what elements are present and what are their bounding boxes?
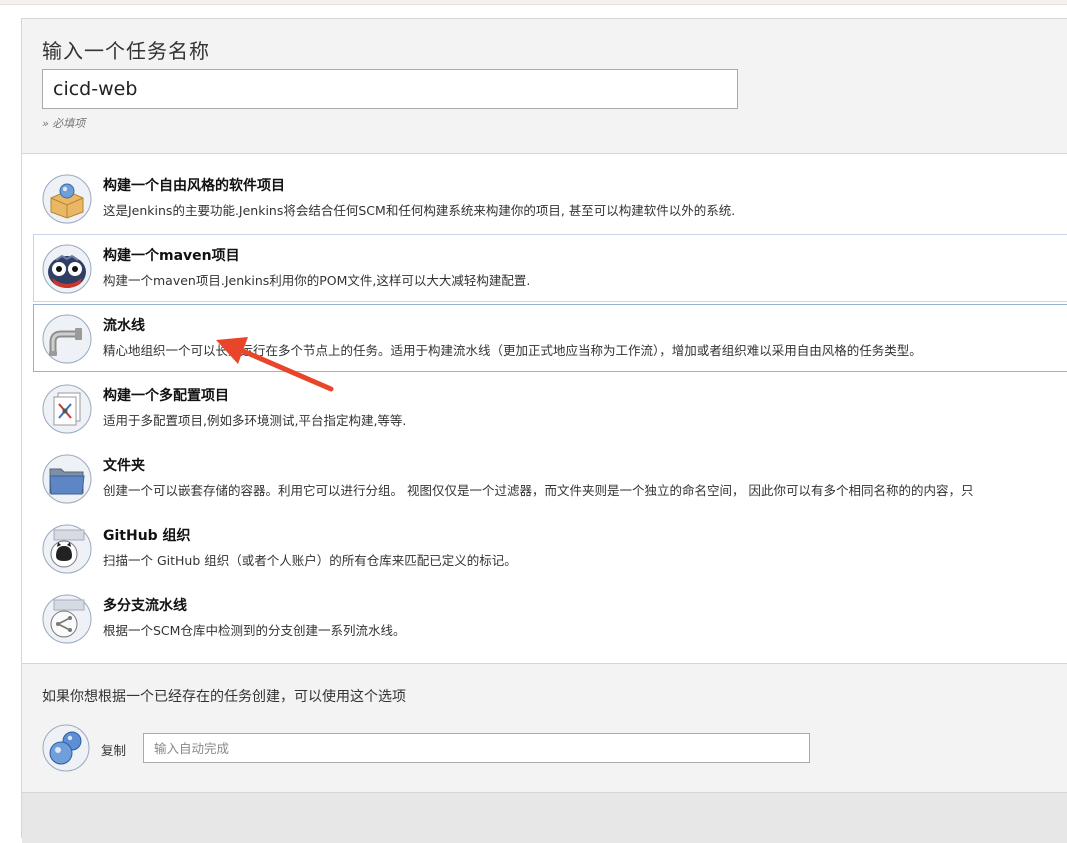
item-type-description: 扫描一个 GitHub 组织（或者个人账户）的所有仓库来匹配已定义的标记。 bbox=[103, 553, 517, 568]
item-type-label: 构建一个多配置项目 bbox=[103, 388, 229, 404]
top-edge bbox=[0, 0, 1067, 5]
footer-bar bbox=[22, 793, 1067, 843]
item-type-label: 构建一个自由风格的软件项目 bbox=[103, 178, 285, 194]
item-type-multibranch-pipeline[interactable]: 多分支流水线 根据一个SCM仓库中检测到的分支创建一系列流水线。 bbox=[33, 584, 1067, 652]
new-item-panel: 输入一个任务名称 » 必填项 构建一个自由风格的软件项目 这是Jenkins的主… bbox=[21, 18, 1067, 843]
copy-from-section: 如果你想根据一个已经存在的任务创建，可以使用这个选项 复制 bbox=[22, 664, 1067, 793]
item-type-maven[interactable]: 构建一个maven项目 构建一个maven项目.Jenkins利用你的POM文件… bbox=[33, 234, 1067, 302]
item-type-github-organization[interactable]: GitHub 组织 扫描一个 GitHub 组织（或者个人账户）的所有仓库来匹配… bbox=[33, 514, 1067, 582]
maven-project-icon bbox=[42, 244, 92, 294]
folder-icon bbox=[42, 454, 92, 504]
item-type-label: 构建一个maven项目 bbox=[103, 248, 240, 264]
item-type-description: 根据一个SCM仓库中检测到的分支创建一系列流水线。 bbox=[103, 623, 406, 638]
item-type-list: 构建一个自由风格的软件项目 这是Jenkins的主要功能.Jenkins将会结合… bbox=[22, 154, 1067, 664]
item-type-freestyle[interactable]: 构建一个自由风格的软件项目 这是Jenkins的主要功能.Jenkins将会结合… bbox=[33, 164, 1067, 232]
copy-from-icon bbox=[42, 724, 90, 772]
item-type-description: 精心地组织一个可以长期运行在多个节点上的任务。适用于构建流水线（更加正式地应当称… bbox=[103, 343, 922, 358]
item-name-input[interactable] bbox=[42, 69, 738, 109]
item-type-folder[interactable]: 文件夹 创建一个可以嵌套存储的容器。利用它可以进行分组。 视图仅仅是一个过滤器，… bbox=[33, 444, 1067, 512]
pipeline-icon bbox=[42, 314, 92, 364]
item-type-multi-config[interactable]: 构建一个多配置项目 适用于多配置项目,例如多环境测试,平台指定构建,等等. bbox=[33, 374, 1067, 442]
item-type-label: 流水线 bbox=[103, 318, 145, 334]
item-type-label: 多分支流水线 bbox=[103, 598, 187, 614]
multibranch-pipeline-icon bbox=[42, 594, 92, 644]
item-type-description: 构建一个maven项目.Jenkins利用你的POM文件,这样可以大大减轻构建配… bbox=[103, 273, 531, 288]
item-type-pipeline[interactable]: 流水线 精心地组织一个可以长期运行在多个节点上的任务。适用于构建流水线（更加正式… bbox=[33, 304, 1067, 372]
page-title: 输入一个任务名称 bbox=[42, 39, 210, 63]
multi-config-project-icon bbox=[42, 384, 92, 434]
item-type-label: GitHub 组织 bbox=[103, 528, 191, 544]
copy-from-label: 复制 bbox=[101, 743, 127, 758]
required-note: » 必填项 bbox=[42, 117, 86, 130]
item-type-label: 文件夹 bbox=[103, 458, 145, 474]
item-type-description: 创建一个可以嵌套存储的容器。利用它可以进行分组。 视图仅仅是一个过滤器，而文件夹… bbox=[103, 483, 974, 498]
github-organization-icon bbox=[42, 524, 92, 574]
item-type-description: 适用于多配置项目,例如多环境测试,平台指定构建,等等. bbox=[103, 413, 407, 428]
item-type-description: 这是Jenkins的主要功能.Jenkins将会结合任何SCM和任何构建系统来构… bbox=[103, 203, 736, 218]
freestyle-project-icon bbox=[42, 174, 92, 224]
copy-from-input[interactable] bbox=[143, 733, 810, 763]
copy-from-hint: 如果你想根据一个已经存在的任务创建，可以使用这个选项 bbox=[42, 689, 406, 705]
item-name-section: 输入一个任务名称 » 必填项 bbox=[22, 19, 1067, 154]
